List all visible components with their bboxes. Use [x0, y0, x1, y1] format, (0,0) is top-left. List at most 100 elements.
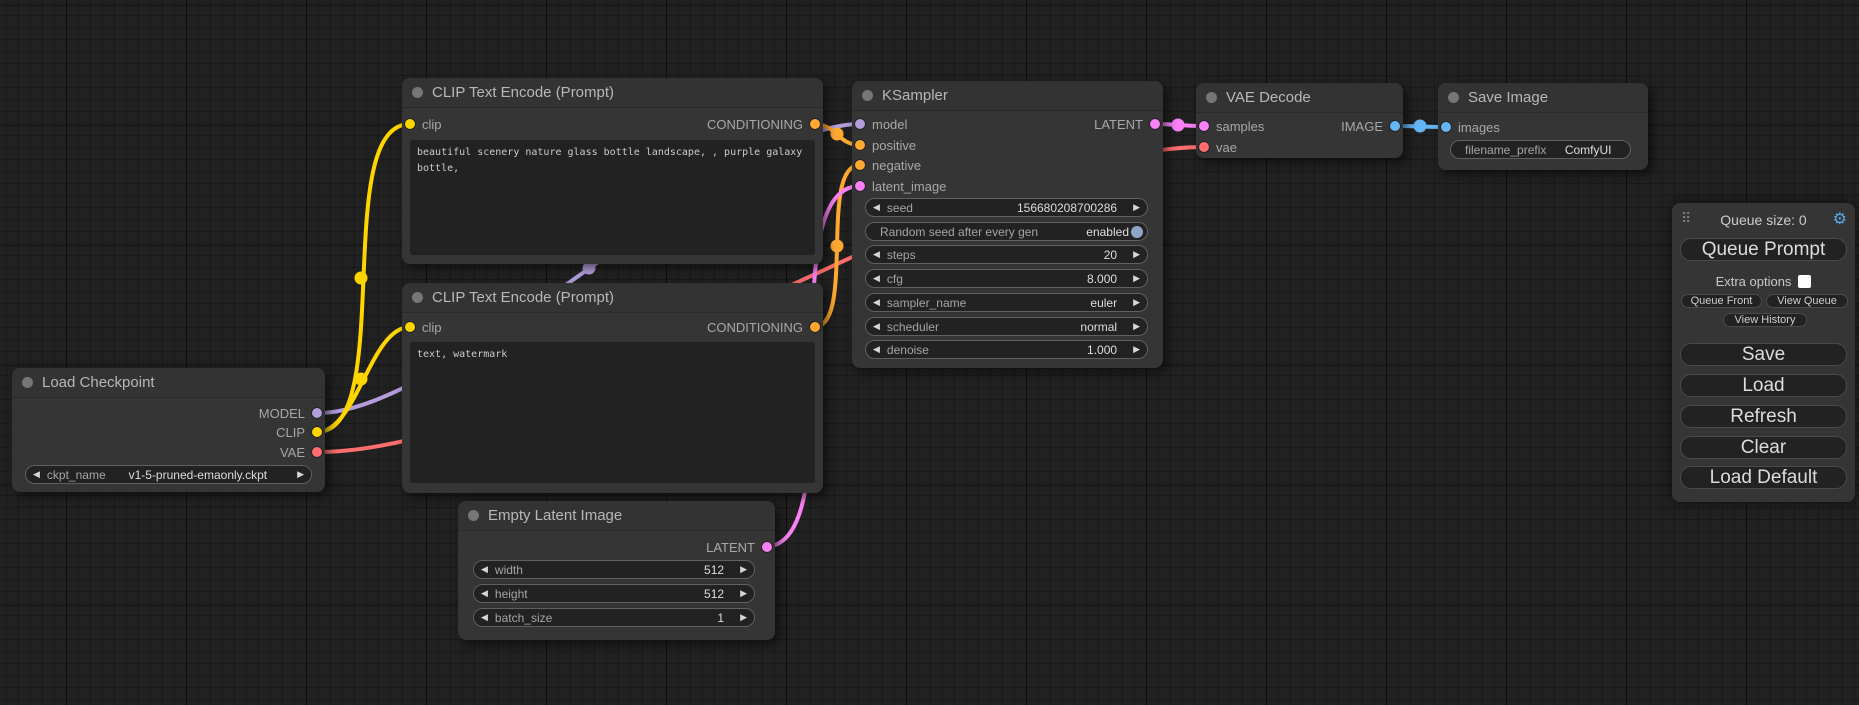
- collapse-dot-icon[interactable]: [412, 292, 423, 303]
- port-input-samples[interactable]: samples: [1199, 118, 1264, 134]
- increment-icon[interactable]: ▶: [290, 470, 311, 479]
- decrement-icon[interactable]: ◀: [866, 274, 887, 283]
- clear-button[interactable]: Clear: [1680, 436, 1847, 459]
- widget-batch-size[interactable]: ◀ batch_size 1 ▶: [473, 608, 755, 627]
- widget-scheduler[interactable]: ◀ scheduler normal ▶: [865, 317, 1148, 336]
- link-dot-cond-negative[interactable]: [831, 240, 844, 253]
- widget-steps[interactable]: ◀ steps 20 ▶: [865, 245, 1148, 264]
- node-vae-decode[interactable]: VAE Decode samples vae IMAGE: [1196, 83, 1403, 158]
- decrement-icon[interactable]: ◀: [866, 298, 887, 307]
- increment-icon[interactable]: ▶: [1126, 274, 1147, 283]
- widget-denoise[interactable]: ◀ denoise 1.000 ▶: [865, 340, 1148, 359]
- increment-icon[interactable]: ▶: [1126, 298, 1147, 307]
- node-clip-text-encode-positive[interactable]: CLIP Text Encode (Prompt) clip CONDITION…: [402, 78, 823, 264]
- increment-icon[interactable]: ▶: [1126, 345, 1147, 354]
- prompt-textarea[interactable]: beautiful scenery nature glass bottle la…: [410, 140, 815, 255]
- widget-cfg[interactable]: ◀ cfg 8.000 ▶: [865, 269, 1148, 288]
- conditioning-port-dot[interactable]: [810, 119, 820, 129]
- view-queue-button[interactable]: View Queue: [1766, 294, 1848, 308]
- node-titlebar[interactable]: Load Checkpoint: [12, 368, 325, 398]
- collapse-dot-icon[interactable]: [412, 87, 423, 98]
- node-clip-text-encode-negative[interactable]: CLIP Text Encode (Prompt) clip CONDITION…: [402, 283, 823, 493]
- model-port-dot[interactable]: [855, 119, 865, 129]
- widget-random-seed-toggle[interactable]: Random seed after every gen enabled: [865, 222, 1148, 241]
- latent-port-dot[interactable]: [762, 542, 772, 552]
- widget-filename-prefix[interactable]: filename_prefix ComfyUI: [1450, 140, 1631, 159]
- decrement-icon[interactable]: ◀: [866, 250, 887, 259]
- vae-port-dot[interactable]: [1199, 142, 1209, 152]
- link-dot-clip-negative[interactable]: [355, 373, 368, 386]
- port-input-images[interactable]: images: [1441, 119, 1500, 135]
- collapse-dot-icon[interactable]: [468, 510, 479, 521]
- extra-options-checkbox[interactable]: [1798, 275, 1811, 288]
- decrement-icon[interactable]: ◀: [866, 203, 887, 212]
- port-input-negative[interactable]: negative: [855, 157, 921, 173]
- decrement-icon[interactable]: ◀: [866, 345, 887, 354]
- clip-port-dot[interactable]: [405, 322, 415, 332]
- refresh-button[interactable]: Refresh: [1680, 405, 1847, 428]
- increment-icon[interactable]: ▶: [1126, 250, 1147, 259]
- increment-icon[interactable]: ▶: [733, 565, 754, 574]
- save-button[interactable]: Save: [1680, 343, 1847, 366]
- decrement-icon[interactable]: ◀: [474, 565, 495, 574]
- image-port-dot[interactable]: [1390, 121, 1400, 131]
- node-titlebar[interactable]: Empty Latent Image: [458, 501, 775, 531]
- collapse-dot-icon[interactable]: [1448, 92, 1459, 103]
- node-load-checkpoint[interactable]: Load Checkpoint MODEL CLIP VAE ◀ ckpt_na…: [12, 368, 325, 492]
- node-titlebar[interactable]: CLIP Text Encode (Prompt): [402, 78, 823, 108]
- port-input-model[interactable]: model: [855, 116, 907, 132]
- latent-port-dot[interactable]: [1150, 119, 1160, 129]
- collapse-dot-icon[interactable]: [22, 377, 33, 388]
- view-history-button[interactable]: View History: [1723, 313, 1807, 327]
- node-titlebar[interactable]: KSampler: [852, 81, 1163, 111]
- link-dot-cond-positive[interactable]: [831, 128, 844, 141]
- widget-seed[interactable]: ◀ seed 156680208700286 ▶: [865, 198, 1148, 217]
- port-input-positive[interactable]: positive: [855, 137, 916, 153]
- increment-icon[interactable]: ▶: [733, 613, 754, 622]
- port-output-clip[interactable]: CLIP: [276, 424, 322, 440]
- increment-icon[interactable]: ▶: [1126, 203, 1147, 212]
- widget-ckpt-name[interactable]: ◀ ckpt_name v1-5-pruned-emaonly.ckpt ▶: [25, 465, 312, 484]
- port-output-model[interactable]: MODEL: [259, 405, 322, 421]
- link-dot-image[interactable]: [1414, 120, 1427, 133]
- increment-icon[interactable]: ▶: [733, 589, 754, 598]
- collapse-dot-icon[interactable]: [1206, 92, 1217, 103]
- load-default-button[interactable]: Load Default: [1680, 466, 1847, 489]
- node-empty-latent-image[interactable]: Empty Latent Image LATENT ◀ width 512 ▶ …: [458, 501, 775, 640]
- node-save-image[interactable]: Save Image images filename_prefix ComfyU…: [1438, 83, 1648, 170]
- port-input-vae[interactable]: vae: [1199, 139, 1237, 155]
- port-input-clip[interactable]: clip: [405, 116, 442, 132]
- port-input-clip[interactable]: clip: [405, 319, 442, 335]
- port-output-vae[interactable]: VAE: [280, 444, 322, 460]
- decrement-icon[interactable]: ◀: [474, 589, 495, 598]
- conditioning-port-dot[interactable]: [810, 322, 820, 332]
- conditioning-port-dot[interactable]: [855, 140, 865, 150]
- port-output-image[interactable]: IMAGE: [1341, 118, 1400, 134]
- decrement-icon[interactable]: ◀: [866, 322, 887, 331]
- port-output-conditioning[interactable]: CONDITIONING: [707, 116, 820, 132]
- vae-port-dot[interactable]: [312, 447, 322, 457]
- decrement-icon[interactable]: ◀: [474, 613, 495, 622]
- clip-port-dot[interactable]: [312, 427, 322, 437]
- widget-height[interactable]: ◀ height 512 ▶: [473, 584, 755, 603]
- queue-front-button[interactable]: Queue Front: [1681, 294, 1762, 308]
- clip-port-dot[interactable]: [405, 119, 415, 129]
- link-dot-samples[interactable]: [1172, 119, 1185, 132]
- node-titlebar[interactable]: VAE Decode: [1196, 83, 1403, 113]
- prompt-textarea[interactable]: text, watermark: [410, 342, 815, 483]
- latent-port-dot[interactable]: [855, 181, 865, 191]
- increment-icon[interactable]: ▶: [1126, 322, 1147, 331]
- port-output-latent[interactable]: LATENT: [706, 539, 772, 555]
- widget-sampler-name[interactable]: ◀ sampler_name euler ▶: [865, 293, 1148, 312]
- port-input-latent-image[interactable]: latent_image: [855, 178, 946, 194]
- load-button[interactable]: Load: [1680, 374, 1847, 397]
- port-output-latent[interactable]: LATENT: [1094, 116, 1160, 132]
- gear-icon[interactable]: ⚙: [1833, 209, 1847, 229]
- node-graph-canvas[interactable]: Load Checkpoint MODEL CLIP VAE ◀ ckpt_na…: [0, 0, 1859, 705]
- conditioning-port-dot[interactable]: [855, 160, 865, 170]
- link-dot-clip-positive[interactable]: [355, 272, 368, 285]
- node-titlebar[interactable]: CLIP Text Encode (Prompt): [402, 283, 823, 313]
- image-port-dot[interactable]: [1441, 122, 1451, 132]
- collapse-dot-icon[interactable]: [862, 90, 873, 101]
- node-titlebar[interactable]: Save Image: [1438, 83, 1648, 113]
